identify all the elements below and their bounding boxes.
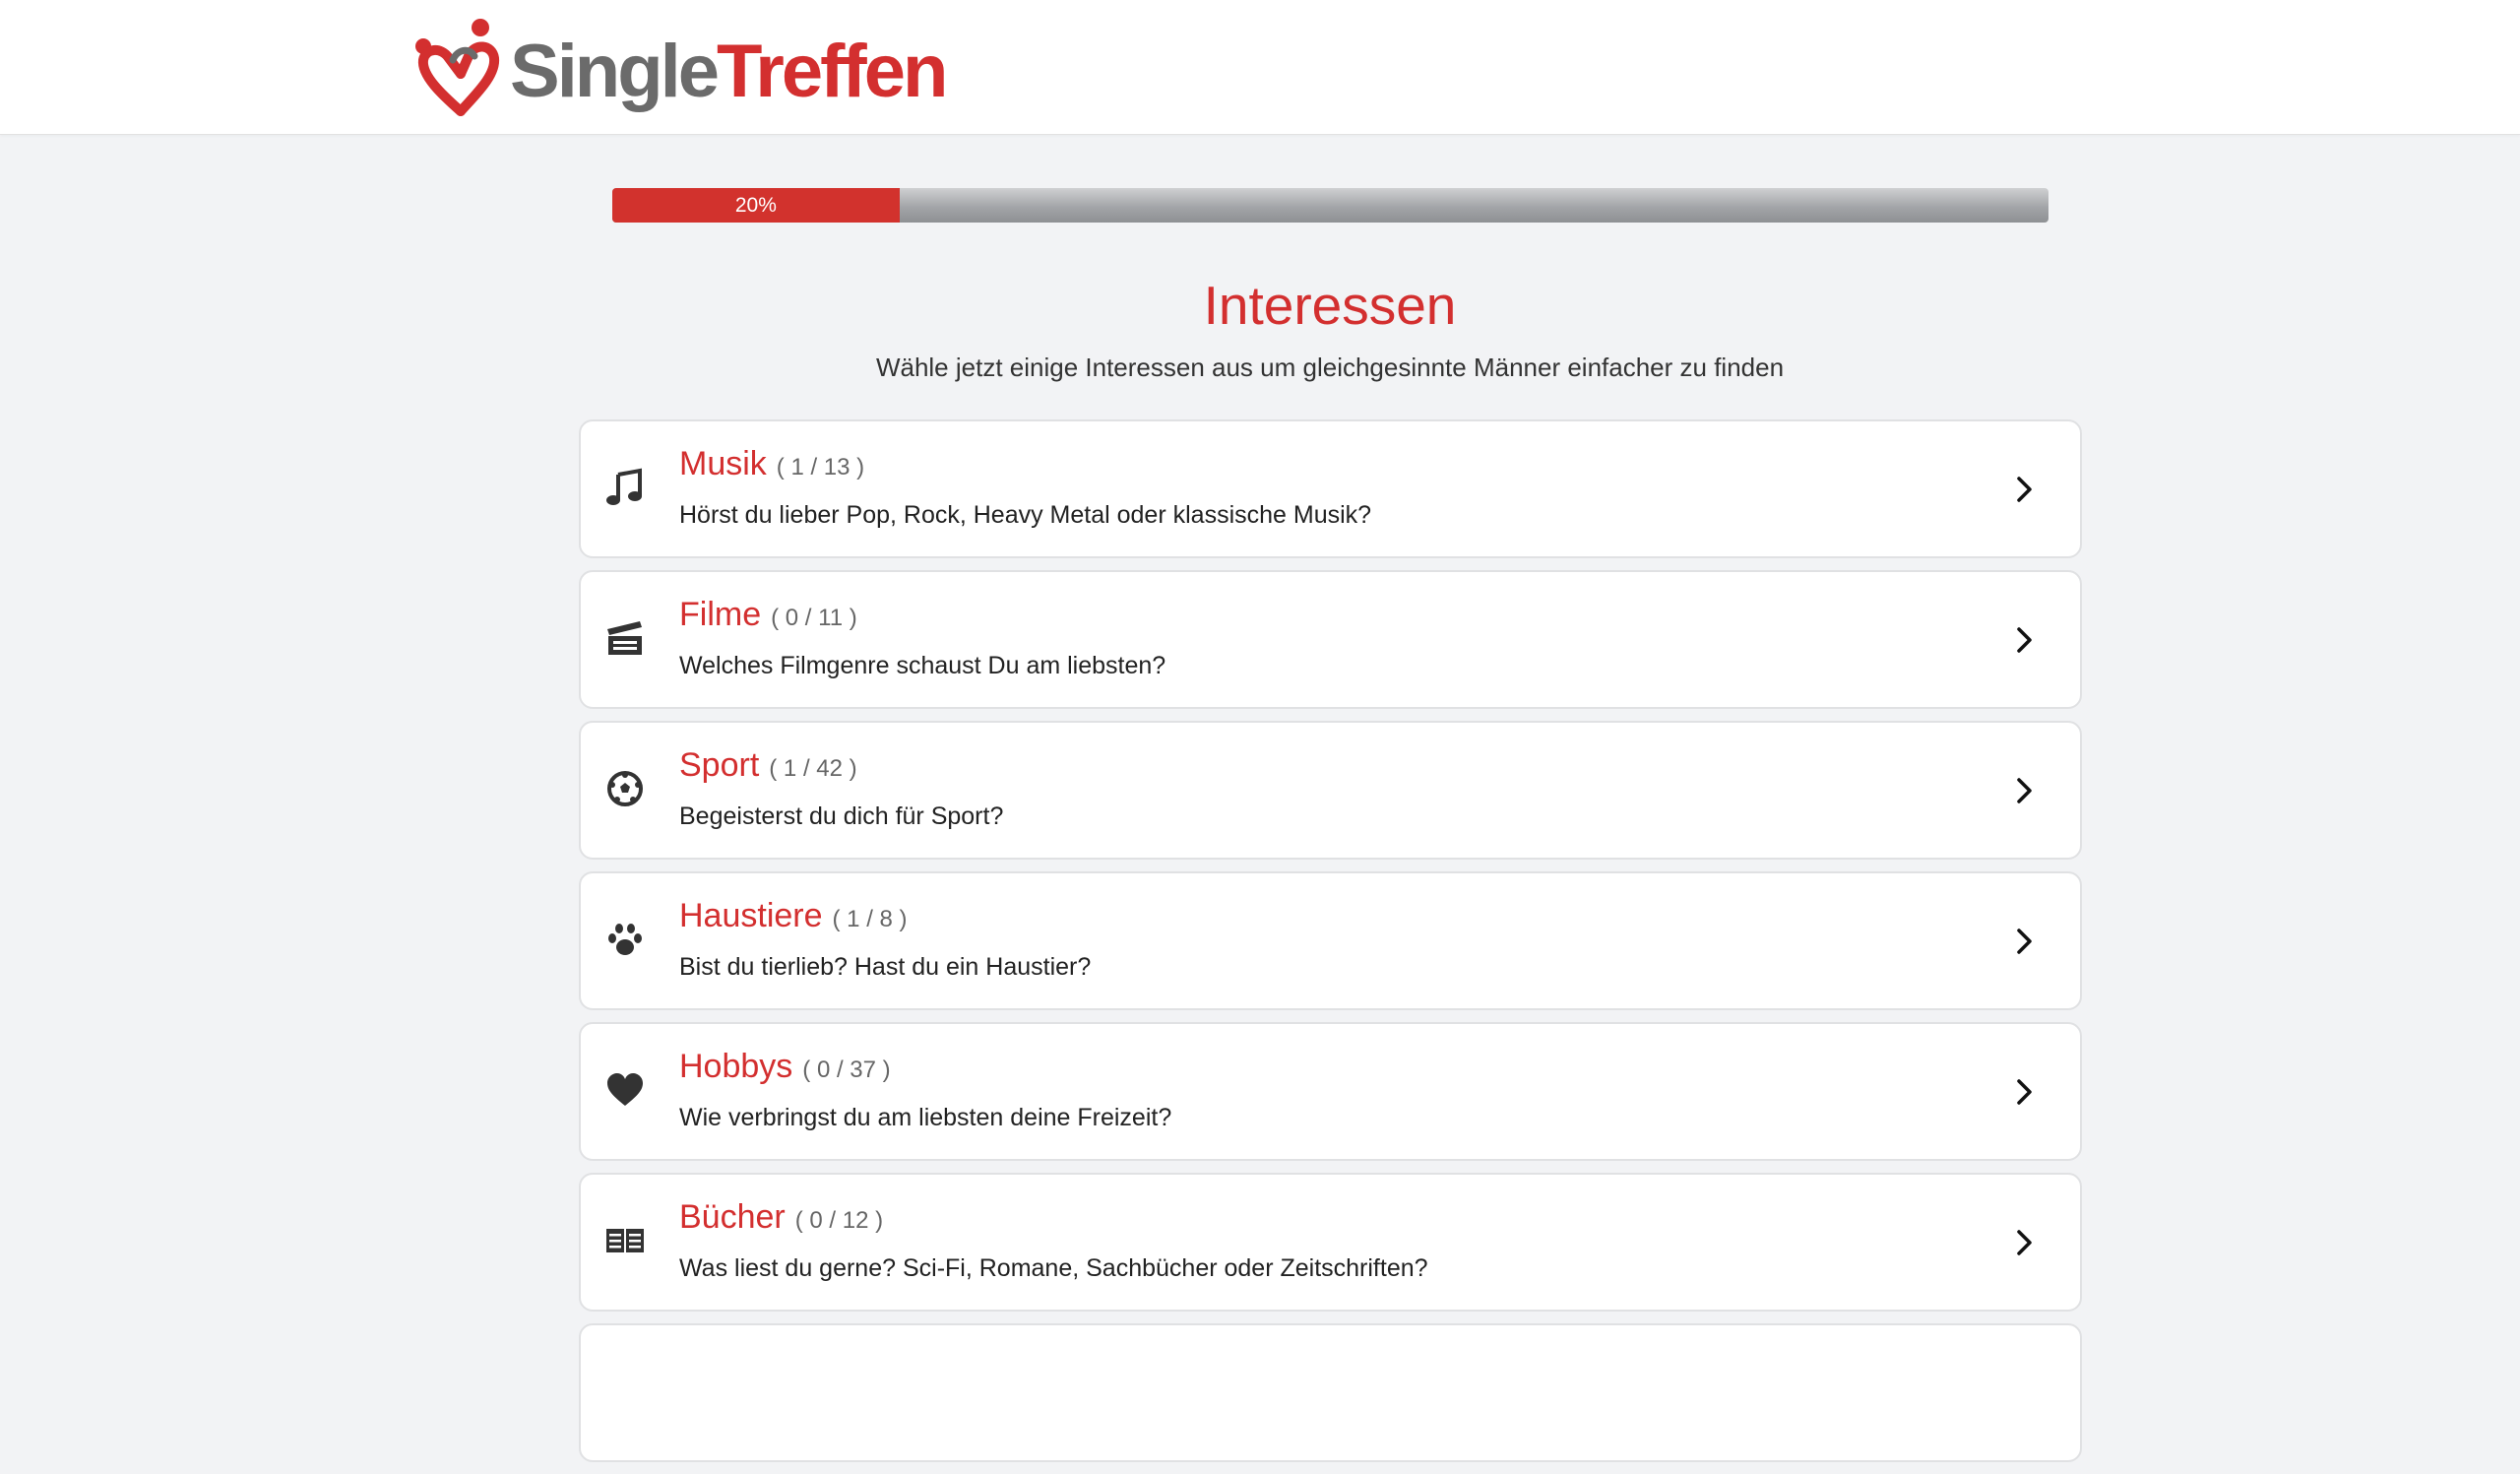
category-name: Bücher — [679, 1198, 786, 1236]
music-note-icon — [604, 467, 646, 508]
category-title: Filme ( 0 / 11 ) — [679, 596, 857, 634]
category-count: ( 0 / 12 ) — [794, 1207, 884, 1234]
category-description: Welches Filmgenre schaust Du am liebsten… — [679, 652, 1166, 679]
logo-treffen: Treffen — [717, 30, 948, 113]
category-title: Bücher ( 0 / 12 ) — [679, 1198, 883, 1237]
category-name: Filme — [679, 596, 762, 633]
category-count: ( 1 / 8 ) — [832, 906, 908, 932]
category-count: ( 1 / 13 ) — [776, 454, 865, 481]
progress-fill: 20% — [612, 188, 900, 223]
interest-category-list: Musik ( 1 / 13 ) Hörst du lieber Pop, Roc… — [579, 419, 2082, 1474]
category-title: Sport ( 1 / 42 ) — [679, 746, 857, 785]
chevron-right-icon — [2017, 929, 2032, 954]
paw-icon — [604, 919, 646, 960]
category-card-sport[interactable]: Sport ( 1 / 42 ) Begeisterst du dich für … — [579, 721, 2082, 860]
category-description: Begeisterst du dich für Sport? — [679, 802, 1004, 830]
page-title: Interessen — [1203, 275, 1457, 336]
category-card-buecher[interactable]: Bücher ( 0 / 12 ) Was liest du gerne? Sci… — [579, 1173, 2082, 1312]
category-name: Musik — [679, 445, 767, 482]
logo-hearts-icon — [415, 19, 500, 116]
clapperboard-icon — [604, 617, 646, 659]
singletreffen-logo[interactable]: SingleTreffen — [413, 14, 948, 122]
heart-icon — [604, 1069, 646, 1111]
category-name: Haustiere — [679, 897, 823, 934]
category-count: ( 0 / 37 ) — [802, 1057, 891, 1083]
category-count: ( 1 / 42 ) — [769, 755, 857, 782]
category-count: ( 0 / 11 ) — [771, 605, 857, 631]
logo-wordmark: SingleTreffen — [510, 34, 948, 109]
category-card-partial[interactable] — [579, 1323, 2082, 1462]
category-title: Haustiere ( 1 / 8 ) — [679, 897, 908, 935]
page-subtitle: Wähle jetzt einige Interessen aus um gle… — [875, 352, 1785, 382]
category-description: Hörst du lieber Pop, Rock, Heavy Metal o… — [679, 501, 1372, 529]
chevron-right-icon — [2017, 627, 2032, 653]
category-card-haustiere[interactable]: Haustiere ( 1 / 8 ) Bist du tierlieb? Has… — [579, 871, 2082, 1010]
category-card-hobbys[interactable]: Hobbys ( 0 / 37 ) Wie verbringst du am li… — [579, 1022, 2082, 1161]
category-description: Bist du tierlieb? Hast du ein Haustier? — [679, 953, 1092, 981]
soccer-ball-icon — [604, 768, 646, 809]
chevron-right-icon — [2017, 1079, 2032, 1105]
progress-bar: 20% — [612, 188, 2048, 223]
category-card-musik[interactable]: Musik ( 1 / 13 ) Hörst du lieber Pop, Roc… — [579, 419, 2082, 558]
chevron-right-icon — [2017, 778, 2032, 803]
category-name: Hobbys — [679, 1048, 793, 1085]
site-header: SingleTreffen — [0, 0, 2520, 135]
logo-single: Single — [510, 30, 720, 113]
category-card-filme[interactable]: Filme ( 0 / 11 ) Welches Filmgenre schaus… — [579, 570, 2082, 709]
chevron-right-icon — [2017, 477, 2032, 502]
category-description: Wie verbringst du am liebsten deine Frei… — [679, 1104, 1172, 1131]
category-description: Was liest du gerne? Sci-Fi, Romane, Sach… — [679, 1254, 1428, 1282]
category-title: Hobbys ( 0 / 37 ) — [679, 1048, 891, 1086]
chevron-right-icon — [2017, 1230, 2032, 1255]
category-name: Sport — [679, 746, 760, 784]
category-title: Musik ( 1 / 13 ) — [679, 445, 864, 483]
book-icon — [604, 1220, 646, 1261]
